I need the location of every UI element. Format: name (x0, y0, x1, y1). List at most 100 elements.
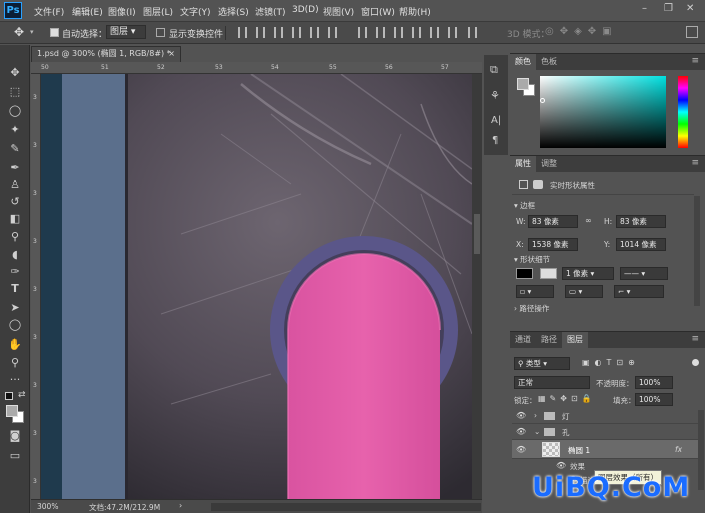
panel-scrollbar[interactable] (694, 196, 700, 306)
tab-layers[interactable]: 图层 (562, 332, 588, 348)
panel-menu-icon[interactable]: ≡ (691, 334, 699, 344)
stroke-type-dropdown[interactable]: —— ▾ (620, 267, 668, 280)
document-info[interactable]: 文档:47.2M/212.9M (89, 502, 160, 513)
fill-color-swatch[interactable] (516, 268, 533, 279)
eraser-tool-icon[interactable]: ◧ (7, 211, 23, 227)
distribute-right-icon[interactable] (448, 27, 457, 38)
color-field[interactable] (540, 76, 666, 148)
menu-help[interactable]: 帮助(H) (399, 5, 431, 18)
tab-adjustments[interactable]: 调整 (536, 156, 562, 172)
menu-file[interactable]: 文件(F) (34, 5, 64, 18)
scroll-thumb[interactable] (474, 214, 480, 254)
type-tool-icon[interactable]: T (7, 281, 23, 297)
zoom-tool-icon[interactable]: ⚲ (7, 355, 23, 371)
align-hcenter-icon[interactable] (310, 27, 319, 38)
distribute-top-icon[interactable] (358, 27, 367, 38)
layer-row[interactable]: 👁 › 灯 (512, 408, 698, 424)
zoom-level[interactable]: 300% (37, 502, 58, 511)
quick-mask-icon[interactable]: ◙ (7, 428, 23, 444)
distribute-bottom-icon[interactable] (394, 27, 403, 38)
distribute-vcenter-icon[interactable] (376, 27, 385, 38)
align-bottom-icon[interactable] (274, 27, 283, 38)
move-tool-icon[interactable]: ✥ (7, 65, 23, 81)
align-right-icon[interactable] (328, 27, 337, 38)
distribute-hcenter-icon[interactable] (430, 27, 439, 38)
menu-layer[interactable]: 图层(L) (143, 5, 173, 18)
marquee-tool-icon[interactable]: ⬚ (7, 84, 23, 100)
foreground-color-swatch[interactable] (517, 78, 529, 90)
default-colors-icon[interactable] (5, 392, 13, 400)
layer-row-selected[interactable]: 👁 椭圆 1 fx (512, 440, 698, 459)
magic-wand-icon[interactable]: ✦ (7, 122, 23, 138)
menu-select[interactable]: 选择(S) (218, 5, 249, 18)
brush-preset-icon[interactable]: ⚘ (490, 89, 500, 102)
color-picker-marker[interactable] (540, 98, 545, 103)
swap-colors-icon[interactable]: ⇄ (18, 390, 26, 400)
lasso-tool-icon[interactable]: ◯ (7, 103, 23, 119)
filter-icons[interactable]: ▣◐T⊡⊕ (582, 358, 640, 367)
height-field[interactable]: 83 像素 (616, 215, 666, 228)
opacity-field[interactable]: 100% (635, 376, 673, 389)
eye-icon[interactable]: 👁 (556, 461, 566, 470)
blur-tool-icon[interactable]: ⚲ (7, 229, 23, 245)
eye-icon[interactable]: 👁 (516, 427, 526, 436)
auto-align-icon[interactable] (468, 27, 477, 38)
stroke-corner-dropdown[interactable]: ⌐ ▾ (614, 285, 664, 298)
screen-mode-icon[interactable]: ▭ (7, 448, 23, 464)
tab-paths[interactable]: 路径 (536, 332, 562, 348)
panel-menu-icon[interactable]: ≡ (691, 56, 699, 66)
tab-properties[interactable]: 属性 (510, 156, 536, 172)
section-path-ops[interactable]: › 路径操作 (514, 303, 549, 314)
character-icon[interactable]: A| (491, 115, 501, 126)
fx-icon[interactable]: fx (675, 445, 682, 454)
hand-tool-icon[interactable]: ✋ (7, 337, 23, 353)
y-field[interactable]: 1014 像素 (616, 238, 666, 251)
more-tools-icon[interactable]: ··· (7, 372, 23, 388)
menu-edit[interactable]: 编辑(E) (72, 5, 103, 18)
show-transform-checkbox[interactable] (156, 28, 165, 37)
dodge-tool-icon[interactable]: ◖ (7, 247, 23, 263)
restore-icon[interactable]: ❐ (664, 3, 673, 14)
lock-icons[interactable]: ▦✎✥⊡🔒 (538, 394, 596, 403)
history-brush-icon[interactable]: ↺ (7, 194, 23, 210)
stroke-color-swatch[interactable] (540, 268, 557, 279)
close-tab-icon[interactable]: × (168, 47, 175, 61)
move-tool-icon[interactable]: ✥ (14, 25, 24, 39)
filter-toggle-icon[interactable] (692, 359, 699, 366)
auto-select-dropdown[interactable]: 图层 ▾ (106, 25, 146, 39)
align-vcenter-icon[interactable] (256, 27, 265, 38)
layer-filter-dropdown[interactable]: ⚲ 类型 ▾ (514, 357, 570, 370)
layer-row[interactable]: 👁 ⌄ 孔 (512, 424, 698, 440)
document-tab[interactable]: 1.psd @ 300% (椭圆 1, RGB/8#) * × (31, 46, 181, 62)
collapse-icon[interactable]: ⌄ (534, 427, 540, 436)
align-left-icon[interactable] (292, 27, 301, 38)
chevron-down-icon[interactable]: ▾ (30, 28, 34, 36)
width-field[interactable]: 83 像素 (528, 215, 578, 228)
menu-type[interactable]: 文字(Y) (180, 5, 211, 18)
close-icon[interactable]: ✕ (686, 3, 694, 14)
stroke-width-field[interactable]: 1 像素 ▾ (562, 267, 614, 280)
chevron-right-icon[interactable]: › (179, 501, 182, 510)
eye-icon[interactable]: 👁 (516, 445, 526, 454)
menu-view[interactable]: 视图(V) (323, 5, 354, 18)
menu-image[interactable]: 图像(I) (108, 5, 136, 18)
fill-field[interactable]: 100% (635, 393, 673, 406)
x-field[interactable]: 1538 像素 (528, 238, 578, 251)
workspace-icon[interactable] (686, 26, 698, 38)
paragraph-icon[interactable]: ¶ (492, 135, 498, 146)
link-icon[interactable]: ∞ (585, 216, 592, 225)
stamp-tool-icon[interactable]: ♙ (7, 177, 23, 193)
document-canvas[interactable] (41, 74, 472, 499)
hue-slider[interactable] (678, 76, 688, 148)
pen-tool-icon[interactable]: ✑ (7, 264, 23, 280)
foreground-color-swatch[interactable] (6, 405, 18, 417)
panel-menu-icon[interactable]: ≡ (691, 158, 699, 168)
menu-3d[interactable]: 3D(D) (292, 5, 319, 15)
3d-tools-icon[interactable]: ◎✥◈✥▣ (545, 26, 618, 37)
tab-color[interactable]: 颜色 (510, 54, 536, 70)
history-icon[interactable]: ⧉ (490, 63, 498, 77)
layers-scrollbar[interactable] (698, 410, 704, 490)
vertical-scrollbar[interactable] (472, 74, 482, 499)
menu-filter[interactable]: 滤镜(T) (255, 5, 286, 18)
horizontal-scrollbar[interactable] (211, 503, 481, 511)
